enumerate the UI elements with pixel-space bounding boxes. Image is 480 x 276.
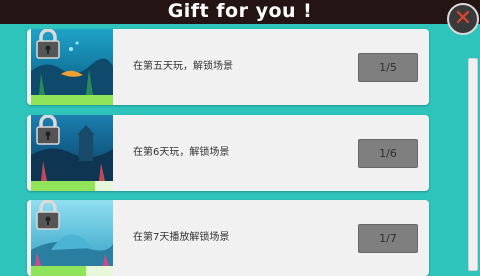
unlock-progress-button[interactable]: 1/7	[358, 224, 418, 253]
unlock-progress-button[interactable]: 1/5	[358, 53, 418, 82]
gift-list[interactable]: 在第五天玩，解锁场景 1/5 在第6天玩，解锁场景 1/6 在第7天播放解锁场景…	[0, 0, 480, 276]
unlock-description: 在第6天玩，解锁场景	[133, 147, 230, 158]
scrollbar[interactable]	[468, 58, 478, 271]
gift-item: 在第五天玩，解锁场景 1/5	[27, 29, 429, 105]
unlock-description: 在第7天播放解锁场景	[133, 232, 230, 243]
unlock-progress-fill	[31, 95, 113, 105]
gift-item: 在第6天玩，解锁场景 1/6	[27, 115, 429, 191]
unlock-description: 在第五天玩，解锁场景	[133, 61, 233, 72]
scene-thumbnail	[31, 115, 113, 191]
padlock-icon	[36, 29, 60, 59]
scene-thumbnail	[31, 200, 113, 276]
unlock-progress-button[interactable]: 1/6	[358, 139, 418, 168]
padlock-icon	[36, 115, 60, 145]
page-title: Gift for you !	[167, 0, 313, 22]
padlock-icon	[36, 200, 60, 230]
scene-thumbnail	[31, 29, 113, 105]
unlock-progress-fill	[31, 181, 95, 191]
gift-item: 在第7天播放解锁场景 1/7	[27, 200, 429, 276]
close-button[interactable]: ✕	[447, 3, 479, 35]
unlock-progress-fill	[31, 266, 86, 276]
close-icon: ✕	[453, 6, 473, 31]
